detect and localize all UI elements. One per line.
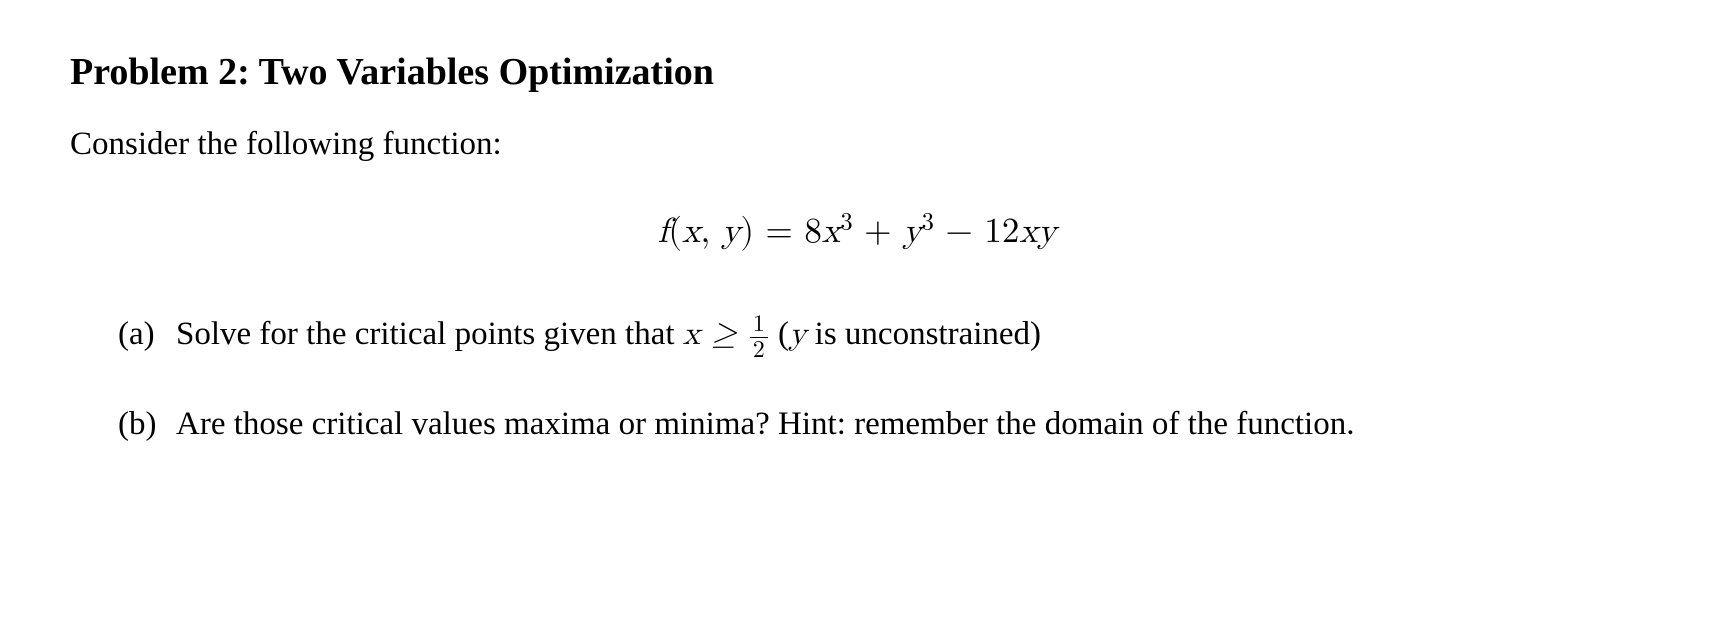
- part-a-post-open: (: [770, 316, 789, 352]
- eq-f: f: [658, 214, 669, 249]
- eq-x2: x: [1019, 214, 1037, 249]
- eq-open: (: [668, 214, 682, 249]
- problem-title: Problem 2: Two Variables Optimization: [70, 50, 1644, 94]
- eq-y2: y: [1038, 214, 1056, 249]
- part-a-math-x: x: [683, 318, 700, 351]
- eq-plus: +: [853, 214, 903, 249]
- part-a-frac: 12: [750, 312, 768, 363]
- part-a-label: (a): [118, 309, 176, 363]
- eq-y1: y: [903, 214, 921, 249]
- equation: f(x, y) = 8x3 + y3 − 12xy: [70, 211, 1644, 253]
- part-a-frac-den: 2: [750, 337, 768, 363]
- eq-x1: x: [822, 214, 840, 249]
- part-a-body: Solve for the critical points given that…: [176, 309, 1644, 363]
- part-b-label: (b): [118, 399, 176, 450]
- eq-coef12: 12: [984, 214, 1019, 249]
- part-a-pre: Solve for the critical points given that: [176, 316, 683, 352]
- eq-y: y: [722, 214, 740, 249]
- part-a-geq: ≥: [700, 318, 748, 351]
- part-a: (a) Solve for the critical points given …: [118, 309, 1644, 363]
- eq-pow3a: 3: [840, 209, 852, 234]
- eq-pow3b: 3: [922, 209, 934, 234]
- part-a-frac-num: 1: [750, 312, 768, 337]
- part-b: (b) Are those critical values maxima or …: [118, 399, 1644, 450]
- part-b-body: Are those critical values maxima or mini…: [176, 399, 1644, 450]
- intro-text: Consider the following function:: [70, 126, 1644, 163]
- eq-coef8: 8: [804, 214, 822, 249]
- eq-x: x: [682, 214, 700, 249]
- eq-minus: −: [934, 214, 984, 249]
- parts-list: (a) Solve for the critical points given …: [70, 309, 1644, 450]
- eq-close-eq: ) =: [740, 214, 804, 249]
- part-a-math-y: y: [789, 318, 806, 351]
- part-a-post: is unconstrained): [806, 316, 1041, 352]
- eq-comma: ,: [700, 214, 721, 249]
